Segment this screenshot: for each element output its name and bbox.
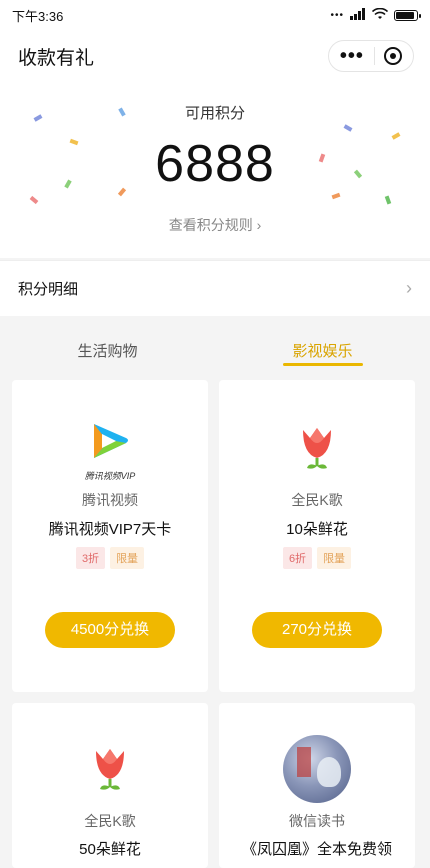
card-brand: 全民K歌 (84, 813, 136, 829)
status-icons: ••• (330, 7, 421, 23)
chevron-right-icon: › (406, 278, 412, 298)
battery-icon (394, 9, 421, 21)
points-detail-label: 积分明细 (18, 281, 79, 298)
category-tabs: 生活购物 影视娱乐 (0, 330, 430, 370)
card-tags: 6折 限量 (219, 547, 415, 569)
discount-tag: 6折 (282, 547, 313, 569)
limited-tag: 限量 (110, 547, 145, 569)
confetti (384, 195, 392, 205)
card-name: 10朵鲜花 (286, 521, 348, 538)
reward-card[interactable]: 全民K歌 50朵鲜花 (12, 703, 208, 868)
limited-tag: 限量 (317, 547, 352, 569)
card-name: 50朵鲜花 (79, 841, 141, 858)
tencent-video-vip-icon: 腾讯视频VIP (80, 418, 140, 481)
more-dots-icon[interactable]: ••• (340, 46, 364, 66)
card-brand: 腾讯视频 (82, 492, 138, 508)
discount-tag: 3折 (75, 547, 106, 569)
reward-card[interactable]: 腾讯视频VIP 腾讯视频 腾讯视频VIP7天卡 3折 限量 4500分兑换 (12, 380, 208, 692)
flower-icon (80, 739, 140, 799)
capsule-divider (373, 47, 375, 65)
card-brand: 微信读书 (289, 813, 345, 829)
points-value: 6888 (155, 135, 275, 193)
card-brand: 全民K歌 (291, 492, 343, 508)
tab-label: 影视娱乐 (292, 343, 353, 360)
navigation-bar: 收款有礼 ••• (0, 30, 430, 82)
reward-card[interactable]: 微信读书 《凤囚凰》全本免费领 (219, 703, 415, 868)
flower-icon (287, 418, 347, 478)
redeem-button[interactable]: 270分兑换 (252, 612, 382, 648)
wifi-icon (371, 7, 389, 23)
reward-card[interactable]: 全民K歌 10朵鲜花 6折 限量 270分兑换 (219, 380, 415, 692)
page-title: 收款有礼 (18, 47, 95, 69)
card-name: 《凤囚凰》全本免费领 (241, 841, 392, 858)
points-rules-link[interactable]: 查看积分规则 › (0, 215, 430, 235)
tab-label: 生活购物 (77, 343, 138, 360)
status-time: 下午3:36 (12, 8, 64, 24)
miniprogram-capsule: ••• (328, 40, 414, 72)
signal-icon (350, 8, 366, 22)
points-card: 可用积分 6888 查看积分规则 › (0, 82, 430, 258)
redeem-button[interactable]: 4500分兑换 (45, 612, 175, 648)
status-bar: 下午3:36 ••• (0, 0, 430, 30)
card-name: 腾讯视频VIP7天卡 (48, 521, 172, 538)
tab-life-shopping[interactable]: 生活购物 (0, 330, 215, 370)
notification-dots: ••• (330, 9, 344, 21)
card-tags: 3折 限量 (12, 547, 208, 569)
confetti (29, 195, 39, 205)
card-icon-caption: 腾讯视频VIP (84, 471, 136, 481)
active-tab-underline (282, 363, 363, 366)
points-label: 可用积分 (184, 105, 245, 122)
tab-entertainment[interactable]: 影视娱乐 (215, 330, 430, 370)
target-icon[interactable] (384, 47, 403, 65)
book-cover-icon (283, 735, 351, 803)
points-detail-row[interactable]: 积分明细 › (0, 260, 430, 316)
confetti (343, 124, 353, 132)
